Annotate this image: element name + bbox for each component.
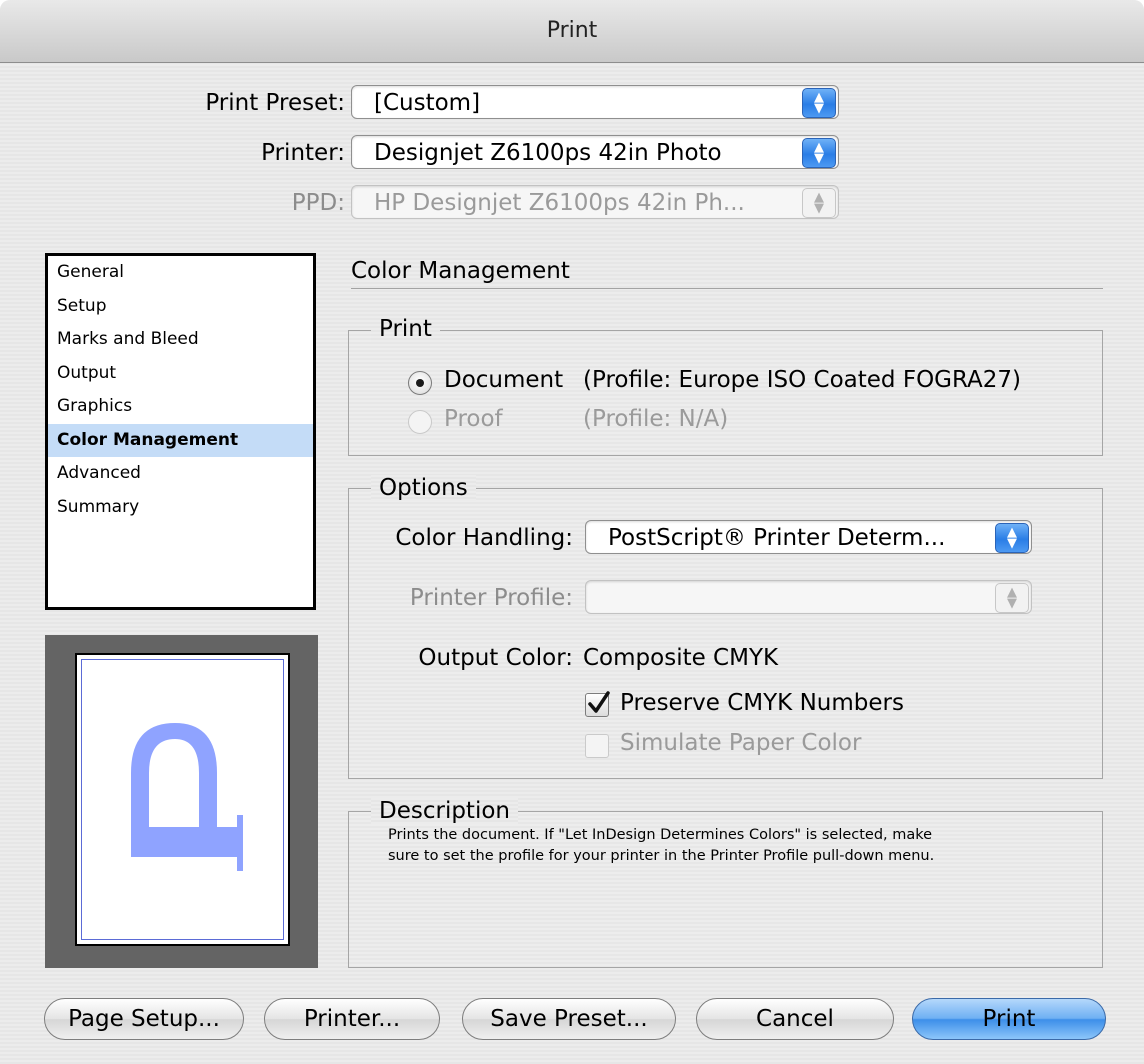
preview-glyph-icon <box>131 723 243 871</box>
print-preset-value: [Custom] <box>374 90 481 116</box>
sidebar-item-color-management[interactable]: Color Management <box>48 423 313 457</box>
proof-profile-text: (Profile: N/A) <box>583 406 729 432</box>
simulate-paper-checkbox <box>585 734 609 758</box>
category-list[interactable]: General Setup Marks and Bleed Output Gra… <box>45 253 316 610</box>
printer-profile-label: Printer Profile: <box>409 585 573 611</box>
ppd-popup: HP Designjet Z6100ps 42in Ph... ▲ ▼ <box>351 185 839 219</box>
sidebar-item-general[interactable]: General <box>48 256 313 290</box>
description-line-1: Prints the document. If "Let InDesign De… <box>388 827 933 843</box>
page-preview <box>45 635 318 968</box>
preserve-cmyk-checkbox[interactable] <box>585 691 610 717</box>
sidebar-item-output[interactable]: Output <box>48 357 313 391</box>
checkmark-icon <box>588 691 610 713</box>
printer-profile-popup: ▲ ▼ <box>585 580 1032 614</box>
print-group <box>348 330 1103 456</box>
printer-value: Designjet Z6100ps 42in Photo <box>374 140 722 166</box>
simulate-paper-label: Simulate Paper Color <box>620 730 862 756</box>
page-setup-button[interactable]: Page Setup... <box>44 998 244 1040</box>
print-button[interactable]: Print <box>912 998 1106 1040</box>
print-preset-label: Print Preset: <box>205 90 345 116</box>
color-handling-popup[interactable]: PostScript® Printer Determ... ▲ ▼ <box>585 520 1032 554</box>
description-group-title: Description <box>371 798 518 824</box>
popup-arrows-icon: ▲ ▼ <box>802 138 836 168</box>
ppd-label: PPD: <box>291 190 345 216</box>
window-title: Print <box>0 0 1144 63</box>
options-group-title: Options <box>371 475 476 501</box>
print-group-title: Print <box>371 316 440 342</box>
sidebar-item-advanced[interactable]: Advanced <box>48 457 313 491</box>
description-text: Prints the document. If "Let InDesign De… <box>388 825 934 867</box>
save-preset-button[interactable]: Save Preset... <box>462 998 676 1040</box>
color-handling-label: Color Handling: <box>395 525 573 551</box>
printer-button[interactable]: Printer... <box>264 998 440 1040</box>
print-dialog: Print Print Preset: [Custom] ▲ ▼ Printer:… <box>0 0 1144 1064</box>
description-line-2: sure to set the profile for your printer… <box>388 848 935 864</box>
document-radio-label[interactable]: Document <box>444 367 563 393</box>
panel-divider <box>351 288 1103 289</box>
panel-title: Color Management <box>351 258 570 284</box>
color-handling-value: PostScript® Printer Determ... <box>608 525 946 551</box>
cancel-button[interactable]: Cancel <box>696 998 894 1040</box>
document-radio[interactable] <box>408 371 432 395</box>
sidebar-item-summary[interactable]: Summary <box>48 491 313 525</box>
sidebar-item-setup[interactable]: Setup <box>48 290 313 324</box>
printer-popup[interactable]: Designjet Z6100ps 42in Photo ▲ ▼ <box>351 135 839 169</box>
printer-label: Printer: <box>261 140 345 166</box>
output-color-label: Output Color: <box>418 645 573 671</box>
proof-radio <box>408 410 432 434</box>
proof-radio-label: Proof <box>444 406 503 432</box>
preserve-cmyk-label[interactable]: Preserve CMYK Numbers <box>620 690 904 716</box>
sidebar-item-graphics[interactable]: Graphics <box>48 390 313 424</box>
output-color-value: Composite CMYK <box>583 645 779 671</box>
sidebar-item-marks-and-bleed[interactable]: Marks and Bleed <box>48 323 313 357</box>
popup-arrows-icon: ▲ ▼ <box>995 523 1029 553</box>
popup-arrows-icon: ▲ ▼ <box>802 88 836 118</box>
popup-arrows-icon: ▲ ▼ <box>995 583 1029 613</box>
document-profile-text: (Profile: Europe ISO Coated FOGRA27) <box>583 367 1022 393</box>
popup-arrows-icon: ▲ ▼ <box>802 188 836 218</box>
preview-page <box>75 653 290 946</box>
print-preset-popup[interactable]: [Custom] ▲ ▼ <box>351 85 839 119</box>
ppd-value: HP Designjet Z6100ps 42in Ph... <box>374 190 745 216</box>
